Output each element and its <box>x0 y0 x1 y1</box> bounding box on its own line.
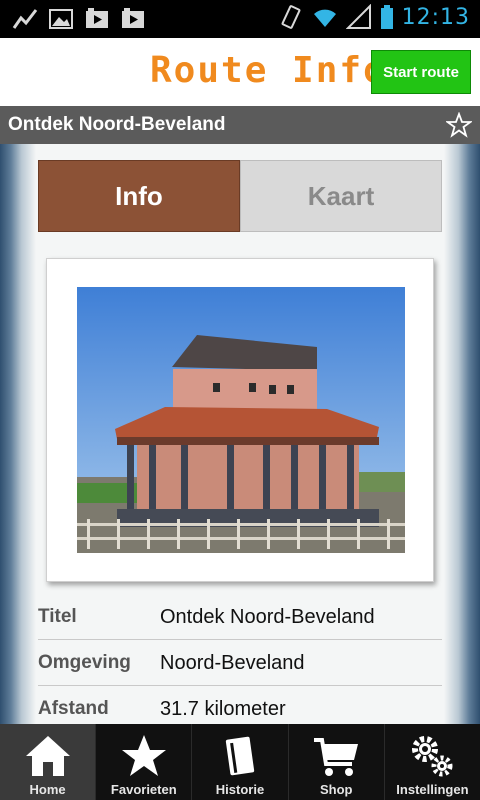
route-content: Info Kaart Titel Ontdek Noord-Beveland O… <box>0 144 480 724</box>
tab-info[interactable]: Info <box>38 160 240 232</box>
detail-value: Ontdek Noord-Beveland <box>160 606 375 628</box>
nav-label: Favorieten <box>110 782 177 797</box>
detail-value: 31.7 kilometer <box>160 698 286 720</box>
nav-home[interactable]: Home <box>0 724 97 800</box>
vibrate-icon <box>281 5 301 29</box>
app-header: Route Info Start route <box>0 38 480 106</box>
status-bar: 12:13 <box>0 0 480 38</box>
route-title: Ontdek Noord-Beveland <box>8 114 226 135</box>
nav-label: Shop <box>319 782 353 797</box>
activity-icon <box>12 9 38 29</box>
decorative-edge-left <box>0 144 36 724</box>
gears-icon <box>412 736 453 777</box>
signal-icon <box>345 4 371 29</box>
book-icon <box>225 736 255 776</box>
tab-kaart[interactable]: Kaart <box>240 160 442 232</box>
nav-favorieten[interactable]: Favorieten <box>96 724 193 800</box>
building-photo <box>77 287 405 553</box>
play-icon <box>86 8 108 28</box>
detail-key: Afstand <box>38 698 109 719</box>
star-icon <box>121 735 166 776</box>
route-details: Titel Ontdek Noord-Beveland Omgeving Noo… <box>38 594 442 724</box>
image-icon <box>49 9 73 29</box>
nav-label: Historie <box>215 782 265 797</box>
home-icon <box>25 736 70 776</box>
cart-icon <box>314 738 359 776</box>
clock: 12:13 <box>401 4 470 30</box>
play-icon <box>122 8 144 28</box>
detail-row-titel: Titel Ontdek Noord-Beveland <box>38 594 442 640</box>
route-title-bar: Ontdek Noord-Beveland <box>0 106 480 144</box>
wifi-icon <box>313 9 336 27</box>
detail-value: Noord-Beveland <box>160 652 305 674</box>
battery-icon <box>380 5 393 29</box>
detail-key: Titel <box>38 606 77 627</box>
decorative-edge-right <box>444 144 480 724</box>
bottom-navigation: Home Favorieten Historie Shop Instelling… <box>0 724 480 800</box>
nav-historie[interactable]: Historie <box>192 724 289 800</box>
nav-instellingen[interactable]: Instellingen <box>385 724 480 800</box>
detail-row-afstand: Afstand 31.7 kilometer <box>38 686 442 724</box>
route-photo-frame <box>46 258 434 582</box>
nav-shop[interactable]: Shop <box>289 724 385 800</box>
start-route-button[interactable]: Start route <box>371 50 471 94</box>
nav-label: Home <box>29 782 66 797</box>
detail-row-omgeving: Omgeving Noord-Beveland <box>38 640 442 686</box>
nav-label: Instellingen <box>396 782 469 797</box>
page-title: Route Info <box>150 50 387 91</box>
detail-key: Omgeving <box>38 652 131 673</box>
tab-bar: Info Kaart <box>38 160 442 232</box>
star-outline-icon[interactable] <box>446 112 472 138</box>
